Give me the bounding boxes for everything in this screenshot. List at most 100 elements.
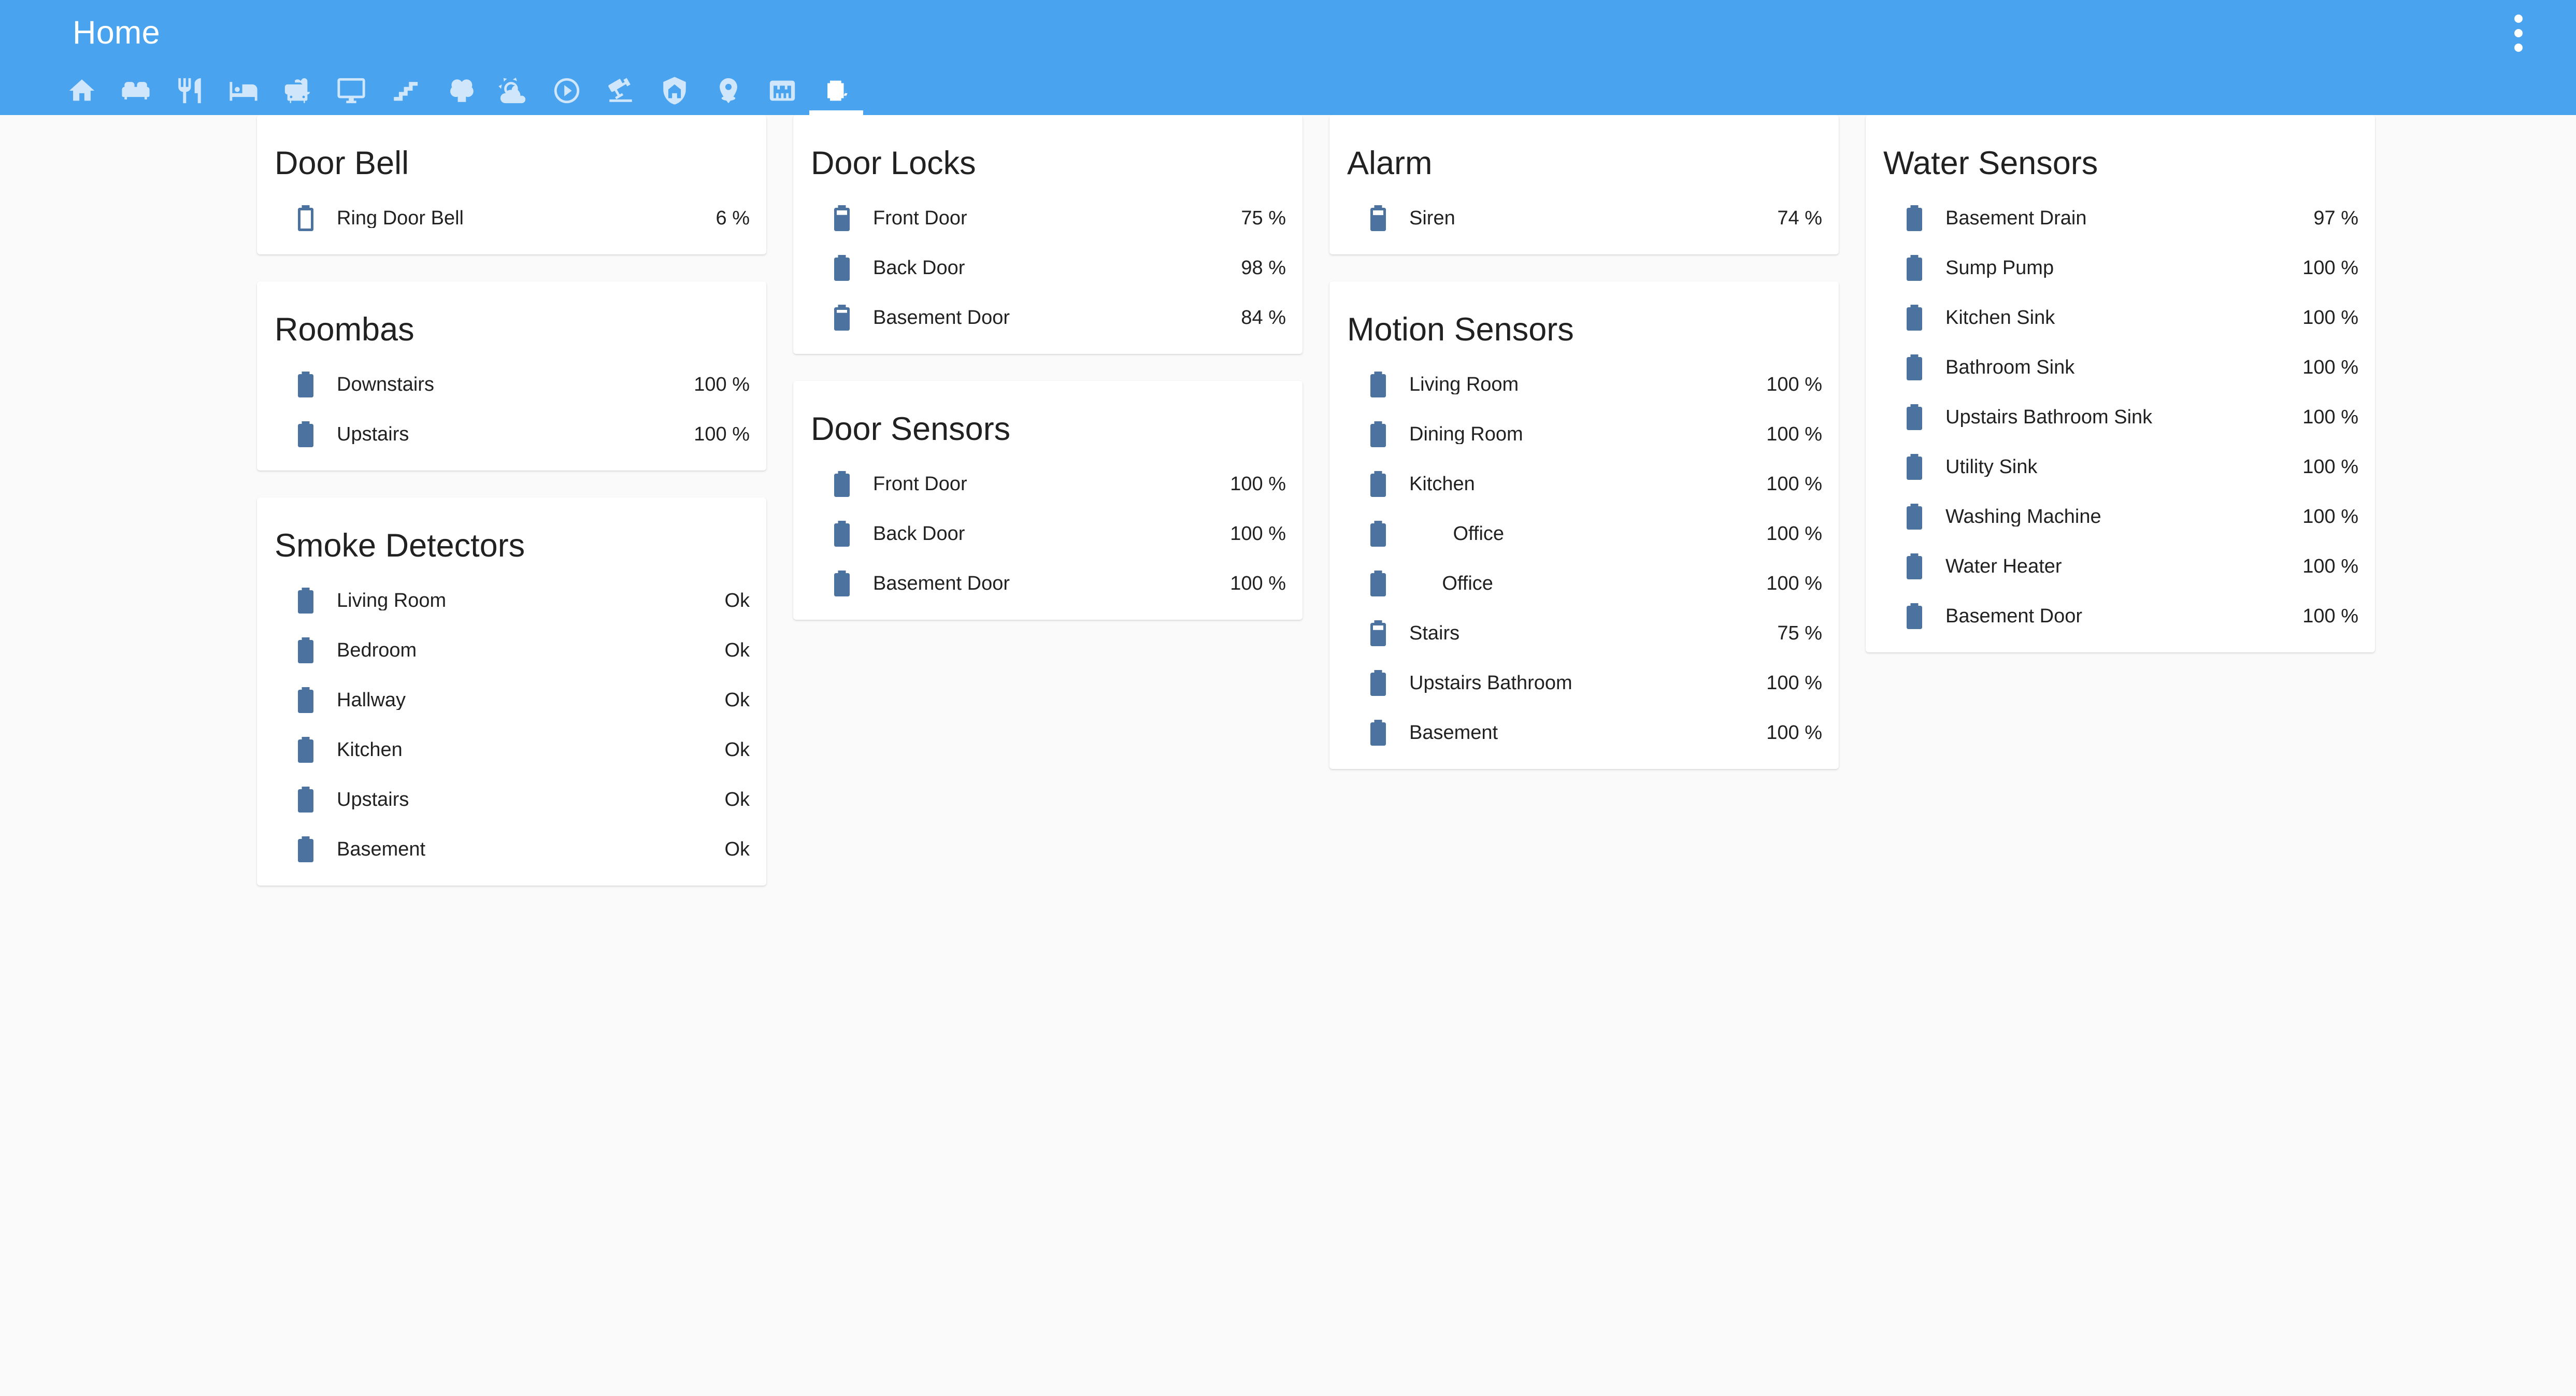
entity-row[interactable]: Basement Ok xyxy=(275,824,750,874)
entity-row[interactable]: Stairs 75 % xyxy=(1347,608,1822,658)
entity-row[interactable]: Dining Room 100 % xyxy=(1347,409,1822,459)
entity-row[interactable]: Back Door 98 % xyxy=(811,243,1286,293)
tab-cctv-camera[interactable] xyxy=(594,66,648,115)
tab-battery-charging[interactable] xyxy=(809,66,863,115)
entity-name: Water Heater xyxy=(1945,557,2062,576)
entity-name: Sump Pump xyxy=(1945,258,2054,278)
card-rows: Ring Door Bell 6 % xyxy=(257,193,766,243)
dots-vertical-icon[interactable] xyxy=(2490,5,2547,62)
battery-icon[interactable] xyxy=(1347,717,1409,748)
entity-row[interactable]: Utility Sink 100 % xyxy=(1883,442,2358,492)
cctv-camera-icon xyxy=(606,76,636,106)
battery-icon[interactable] xyxy=(1347,667,1409,699)
entity-row[interactable]: Water Heater 100 % xyxy=(1883,542,2358,591)
entity-row[interactable]: Upstairs Bathroom 100 % xyxy=(1347,658,1822,708)
battery-70-icon[interactable] xyxy=(1347,203,1409,234)
tab-map-marker[interactable] xyxy=(702,66,755,115)
battery-icon[interactable] xyxy=(1347,419,1409,450)
view-tab-bar[interactable] xyxy=(0,66,2576,115)
battery-icon[interactable] xyxy=(275,834,337,865)
battery-70-icon[interactable] xyxy=(811,203,873,234)
entity-row[interactable]: Basement 100 % xyxy=(1347,708,1822,758)
entity-row[interactable]: Downstairs 100 % xyxy=(275,360,750,409)
tab-home[interactable] xyxy=(55,66,109,115)
battery-icon[interactable] xyxy=(1883,451,1945,482)
tab-tree[interactable] xyxy=(432,66,486,115)
battery-outline-icon[interactable] xyxy=(275,203,337,234)
battery-icon[interactable] xyxy=(275,585,337,616)
tab-bathtub[interactable] xyxy=(270,66,324,115)
battery-icon[interactable] xyxy=(1883,551,1945,582)
entity-row[interactable]: Front Door 75 % xyxy=(811,193,1286,243)
battery-icon[interactable] xyxy=(275,635,337,666)
battery-icon[interactable] xyxy=(275,685,337,716)
tab-active-indicator xyxy=(755,110,809,115)
entity-row[interactable]: Kitchen 100 % xyxy=(1347,459,1822,509)
battery-icon[interactable] xyxy=(1883,352,1945,383)
battery-icon[interactable] xyxy=(1883,402,1945,433)
entity-row[interactable]: Basement Door 100 % xyxy=(811,559,1286,608)
battery-icon[interactable] xyxy=(1883,601,1945,632)
tab-ethernet[interactable] xyxy=(755,66,809,115)
entity-row[interactable]: Office 100 % xyxy=(1347,559,1822,608)
battery-icon[interactable] xyxy=(275,369,337,400)
entity-row[interactable]: Upstairs Bathroom Sink 100 % xyxy=(1883,392,2358,442)
entity-row[interactable]: Sump Pump 100 % xyxy=(1883,243,2358,293)
play-circle-outline-icon xyxy=(552,76,582,106)
battery-icon[interactable] xyxy=(1347,518,1409,549)
tab-sofa[interactable] xyxy=(109,66,163,115)
battery-icon[interactable] xyxy=(1883,501,1945,532)
entity-name: Downstairs xyxy=(337,375,434,394)
card-rows: Siren 74 % xyxy=(1329,193,1839,243)
battery-icon[interactable] xyxy=(1883,302,1945,333)
entity-state: 75 % xyxy=(1777,622,1822,644)
battery-icon[interactable] xyxy=(1883,203,1945,234)
entity-row[interactable]: Ring Door Bell 6 % xyxy=(275,193,750,243)
battery-icon[interactable] xyxy=(1347,468,1409,500)
entity-row[interactable]: Hallway Ok xyxy=(275,675,750,725)
entity-state: 100 % xyxy=(1766,672,1822,694)
battery-icon[interactable] xyxy=(811,252,873,283)
entity-row[interactable]: Siren 74 % xyxy=(1347,193,1822,243)
entity-row[interactable]: Basement Drain 97 % xyxy=(1883,193,2358,243)
entity-state: 100 % xyxy=(2302,605,2358,627)
battery-icon[interactable] xyxy=(811,568,873,599)
entity-name: Basement xyxy=(337,839,426,859)
battery-icon[interactable] xyxy=(275,734,337,765)
battery-70-icon[interactable] xyxy=(1347,618,1409,649)
entity-name: Back Door xyxy=(873,258,965,278)
battery-icon[interactable] xyxy=(1883,252,1945,283)
entity-state: Ok xyxy=(724,689,750,711)
entity-row[interactable]: Kitchen Sink 100 % xyxy=(1883,293,2358,343)
entity-row[interactable]: Living Room Ok xyxy=(275,576,750,625)
entity-row[interactable]: Office 100 % xyxy=(1347,509,1822,559)
card-title: Door Locks xyxy=(811,145,976,181)
battery-80-icon[interactable] xyxy=(811,302,873,333)
tab-active-indicator xyxy=(109,110,163,115)
tab-play-circle-outline[interactable] xyxy=(540,66,594,115)
tab-monitor[interactable] xyxy=(324,66,378,115)
entity-row[interactable]: Living Room 100 % xyxy=(1347,360,1822,409)
battery-icon[interactable] xyxy=(811,468,873,500)
entity-row[interactable]: Basement Door 84 % xyxy=(811,293,1286,343)
entity-row[interactable]: Basement Door 100 % xyxy=(1883,591,2358,641)
tab-shield-home[interactable] xyxy=(648,66,702,115)
battery-icon[interactable] xyxy=(275,419,337,450)
tab-silverware-fork-knife[interactable] xyxy=(163,66,217,115)
battery-icon[interactable] xyxy=(1347,568,1409,599)
entity-row[interactable]: Bedroom Ok xyxy=(275,625,750,675)
tab-bed[interactable] xyxy=(217,66,270,115)
tab-stairs[interactable] xyxy=(378,66,432,115)
battery-icon[interactable] xyxy=(1347,369,1409,400)
battery-icon[interactable] xyxy=(811,518,873,549)
entity-row[interactable]: Kitchen Ok xyxy=(275,725,750,775)
tab-weather-partly-cloudy[interactable] xyxy=(486,66,540,115)
entity-row[interactable]: Back Door 100 % xyxy=(811,509,1286,559)
entity-row[interactable]: Upstairs 100 % xyxy=(275,409,750,459)
entity-row[interactable]: Upstairs Ok xyxy=(275,775,750,824)
entity-state: 100 % xyxy=(2302,456,2358,478)
entity-row[interactable]: Front Door 100 % xyxy=(811,459,1286,509)
battery-icon[interactable] xyxy=(275,784,337,815)
entity-row[interactable]: Washing Machine 100 % xyxy=(1883,492,2358,542)
entity-row[interactable]: Bathroom Sink 100 % xyxy=(1883,343,2358,392)
